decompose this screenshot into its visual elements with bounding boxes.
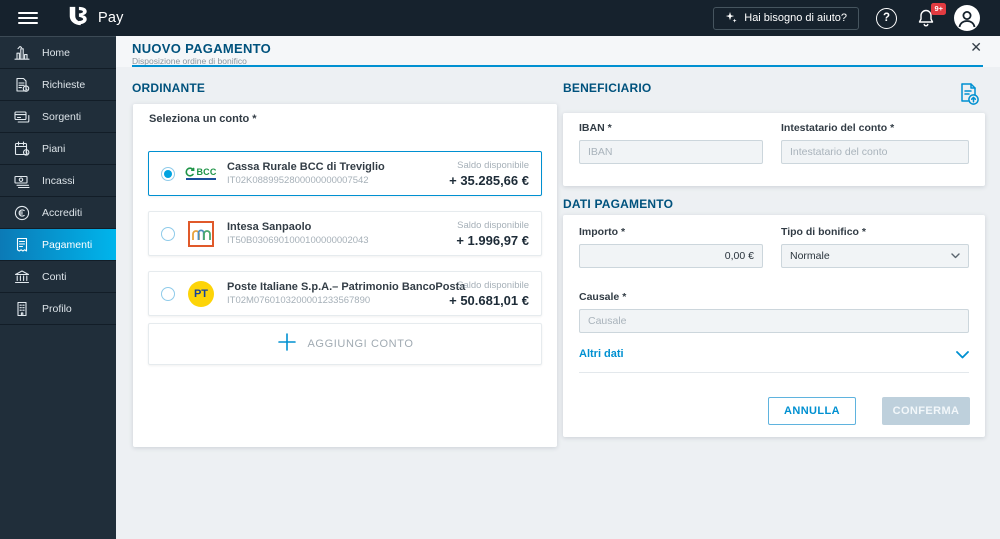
brand-logo-icon [66,5,90,32]
header-underline [132,65,983,67]
iban-input[interactable] [579,140,763,164]
dati-pagamento-card: Importo * Tipo di bonifico * Normale Cau… [563,215,985,437]
sidebar-item-incassi[interactable]: Incassi [0,165,116,197]
brand-name: Pay [98,10,124,26]
iban-label: IBAN * [579,122,612,134]
page-header: NUOVO PAGAMENTO Disposizione ordine di b… [116,36,1000,67]
altri-dati-link[interactable]: Altri dati [579,348,624,360]
holder-label: Intestatario del conto * [781,122,895,134]
sidebar-item-conti[interactable]: Conti [0,261,116,293]
account-iban: IT50B0306901000100000002043 [227,235,369,246]
help-button[interactable]: Hai bisogno di aiuto? [713,6,859,30]
add-account-button[interactable]: AGGIUNGI CONTO [148,323,542,365]
annulla-button[interactable]: ANNULLA [768,397,856,425]
dati-pagamento-title: DATI PAGAMENTO [563,197,674,211]
bcc-logo: BCC [183,167,219,180]
plus-icon [277,332,297,357]
app-window: Pay Hai bisogno di aiuto? ? 9+ Home Rich… [0,0,1000,539]
beneficiario-card: IBAN * Intestatario del conto * [563,113,985,186]
saldo-label: Saldo disponibile [457,219,529,231]
poste-logo: PT [183,280,219,307]
tipo-bonifico-select[interactable]: Normale [781,244,969,268]
saldo-value: + 35.285,66 € [449,172,529,188]
intesa-logo [183,220,219,247]
causale-input[interactable] [579,309,969,333]
brand: Pay [66,5,124,32]
chart-icon [12,44,31,62]
sidebar-item-richieste[interactable]: Richieste [0,69,116,101]
menu-icon[interactable] [18,8,38,28]
saldo-label: Saldo disponibile [457,279,529,291]
chevron-down-icon [951,250,960,262]
banknote-icon [12,172,31,190]
sidebar-item-sorgenti[interactable]: Sorgenti [0,101,116,133]
account-row-bcc[interactable]: BCC Cassa Rurale BCC di Treviglio IT02K0… [148,151,542,196]
notification-badge: 9+ [931,3,946,15]
conferma-button[interactable]: CONFERMA [882,397,970,425]
saldo-label: Saldo disponibile [457,159,529,171]
beneficiario-title: BENEFICIARIO [563,81,652,95]
radio-unselected[interactable] [161,286,175,301]
sidebar-item-accrediti[interactable]: Accrediti [0,197,116,229]
account-iban: IT02M0760103200001233567890 [227,295,371,306]
sidebar-item-profilo[interactable]: Profilo [0,293,116,325]
chevron-down-icon[interactable] [956,346,969,364]
sidebar: Home Richieste Sorgenti Piani Incassi Ac… [0,36,116,539]
causale-label: Causale * [579,291,627,303]
bank-icon [12,268,31,286]
page-title: NUOVO PAGAMENTO [132,41,272,56]
account-name: Intesa Sanpaolo [227,221,312,233]
help-button-label: Hai bisogno di aiuto? [744,12,847,24]
question-icon[interactable]: ? [876,7,897,29]
sidebar-item-pagamenti[interactable]: Pagamenti [0,229,116,261]
select-account-label: Seleziona un conto * [149,113,257,125]
radio-unselected[interactable] [161,226,175,241]
main-content: NUOVO PAGAMENTO Disposizione ordine di b… [116,36,1000,539]
holder-input[interactable] [781,140,969,164]
radio-selected[interactable] [161,166,175,181]
importo-label: Importo * [579,226,626,238]
account-name: Poste Italiane S.p.A.– Patrimonio BancoP… [227,281,466,293]
sparkle-icon [725,11,737,26]
divider [579,372,969,373]
document-clock-icon [12,76,31,94]
calendar-clock-icon [12,140,31,158]
add-account-label: AGGIUNGI CONTO [307,338,414,350]
saldo-value: + 50.681,01 € [449,292,529,308]
cards-icon [12,108,31,126]
avatar[interactable] [954,5,980,31]
tipo-bonifico-value: Normale [790,250,830,262]
ordinante-title: ORDINANTE [132,81,206,95]
euro-coin-icon [12,204,31,222]
bell-icon[interactable]: 9+ [916,3,946,28]
tipo-bonifico-label: Tipo di bonifico * [781,226,866,238]
ordinante-card: Seleziona un conto * BCC Cassa Rurale BC… [133,104,557,447]
topbar: Pay Hai bisogno di aiuto? ? 9+ [0,0,1000,36]
saldo-value: + 1.996,97 € [456,232,529,248]
account-name: Cassa Rurale BCC di Treviglio [227,161,385,173]
building-icon [12,300,31,318]
sidebar-item-home[interactable]: Home [0,37,116,69]
account-row-intesa[interactable]: Intesa Sanpaolo IT50B0306901000100000002… [148,211,542,256]
sidebar-item-piani[interactable]: Piani [0,133,116,165]
import-beneficiary-icon[interactable] [956,81,982,112]
account-iban: IT02K0889952800000000007542 [227,175,369,186]
close-icon[interactable]: ✕ [970,40,982,54]
receipt-icon [12,236,31,254]
importo-input[interactable] [579,244,763,268]
account-row-poste[interactable]: PT Poste Italiane S.p.A.– Patrimonio Ban… [148,271,542,316]
